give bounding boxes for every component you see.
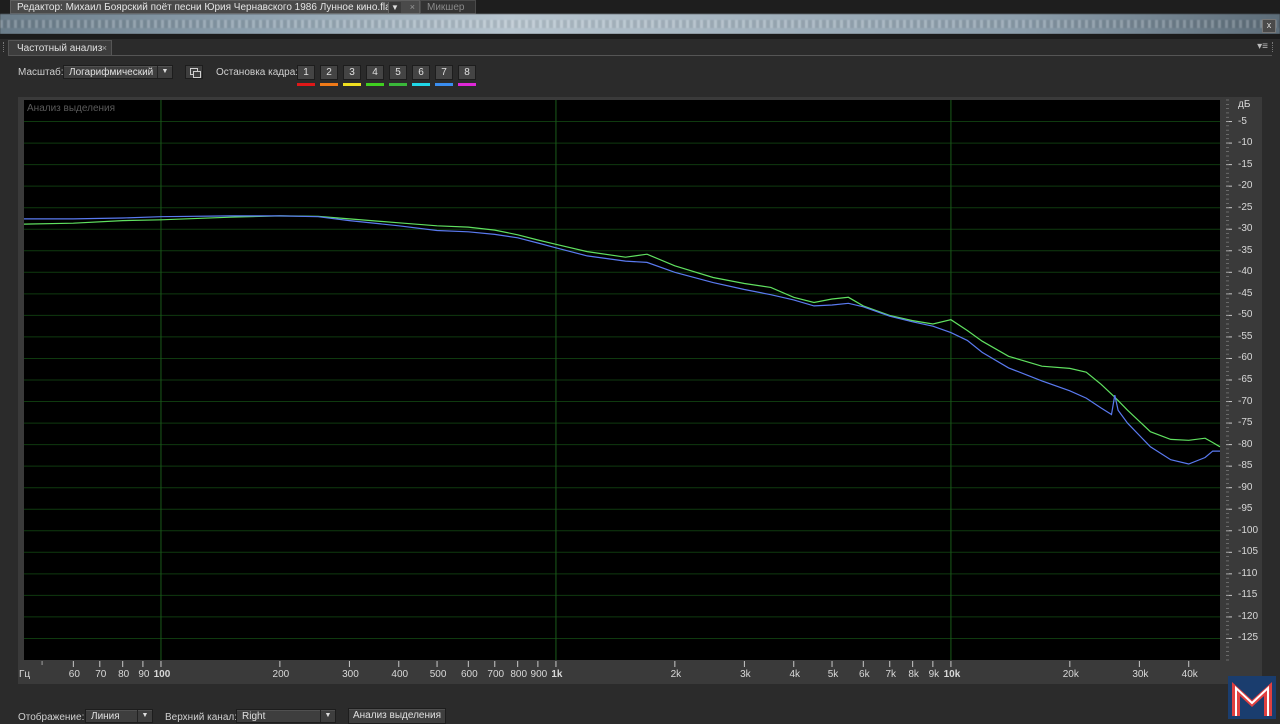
y-tick-label: -85 [1238,460,1253,472]
x-tick-label: 9k [928,669,940,680]
y-tick-label: -110 [1238,567,1258,579]
x-tick-label: 30k [1132,669,1149,680]
x-tick-label: 100 [153,669,171,680]
x-tick-label: 600 [460,669,478,680]
x-tick-label: 20k [1062,669,1079,680]
y-tick-label: -10 [1238,137,1253,149]
y-tick-label: -100 [1238,524,1259,536]
x-tick-label: 900 [530,669,548,680]
x-tick-label: 500 [429,669,447,680]
x-tick-label: 90 [138,669,150,680]
y-tick-label: -90 [1238,481,1253,493]
x-tick-label: 2k [670,669,682,680]
x-tick-label: 70 [95,669,107,680]
y-tick-label: -120 [1238,610,1259,622]
x-axis-unit: Гц [19,669,31,680]
y-tick-label: -50 [1238,309,1253,321]
y-tick-label: -25 [1238,201,1253,213]
y-tick-label: -105 [1238,546,1259,558]
y-tick-label: -65 [1238,374,1253,385]
chevron-down-icon: ▼ [137,710,152,722]
x-tick-label: 800 [510,669,528,680]
analyze-selection-button[interactable]: Анализ выделения [348,708,446,724]
y-tick-label: -20 [1238,180,1253,192]
x-tick-label: 3k [740,669,751,680]
plot-overlay-label: Анализ выделения [27,103,116,114]
y-tick-label: -55 [1238,330,1253,342]
spectrum-chart [23,99,1232,667]
x-tick-label: 300 [342,669,359,680]
y-tick-label: -15 [1238,158,1253,170]
y-tick-label: -125 [1238,632,1259,644]
x-tick-label: 8k [908,669,919,680]
x-tick-label: 40k [1181,669,1198,680]
y-tick-label: -75 [1238,417,1253,429]
x-tick-label: 80 [118,669,130,680]
chevron-down-icon: ▼ [320,710,335,722]
y-tick-label: -115 [1238,589,1258,601]
x-tick-label: 7k [885,669,897,680]
x-tick-label: 10k [943,669,961,680]
x-tick-label: 60 [68,669,80,680]
display-value: Линия [91,711,120,722]
x-tick-label: 4k [789,669,801,680]
y-tick-label: -45 [1238,287,1253,299]
x-tick-label: 400 [391,669,409,680]
channel-value: Right [242,711,266,722]
y-tick-label: -5 [1238,115,1247,127]
x-tick-label: 700 [487,669,505,680]
y-tick-label: -60 [1238,352,1253,364]
display-label: Отображение: [18,712,85,723]
logo-icon [1228,676,1276,719]
y-axis-unit: дБ [1238,99,1251,110]
x-tick-label: 1k [551,669,563,680]
series-line-2 [24,215,1220,465]
y-tick-label: -95 [1238,503,1253,515]
x-tick-label: 6k [859,669,870,680]
y-tick-label: -30 [1238,223,1253,235]
y-tick-label: -35 [1238,244,1253,256]
y-tick-label: -80 [1238,438,1253,450]
y-tick-label: -40 [1238,266,1253,278]
x-tick-label: 5k [827,669,839,680]
channel-label: Верхний канал: [165,712,238,723]
y-tick-label: -70 [1238,395,1253,407]
x-tick-label: 200 [272,669,290,680]
